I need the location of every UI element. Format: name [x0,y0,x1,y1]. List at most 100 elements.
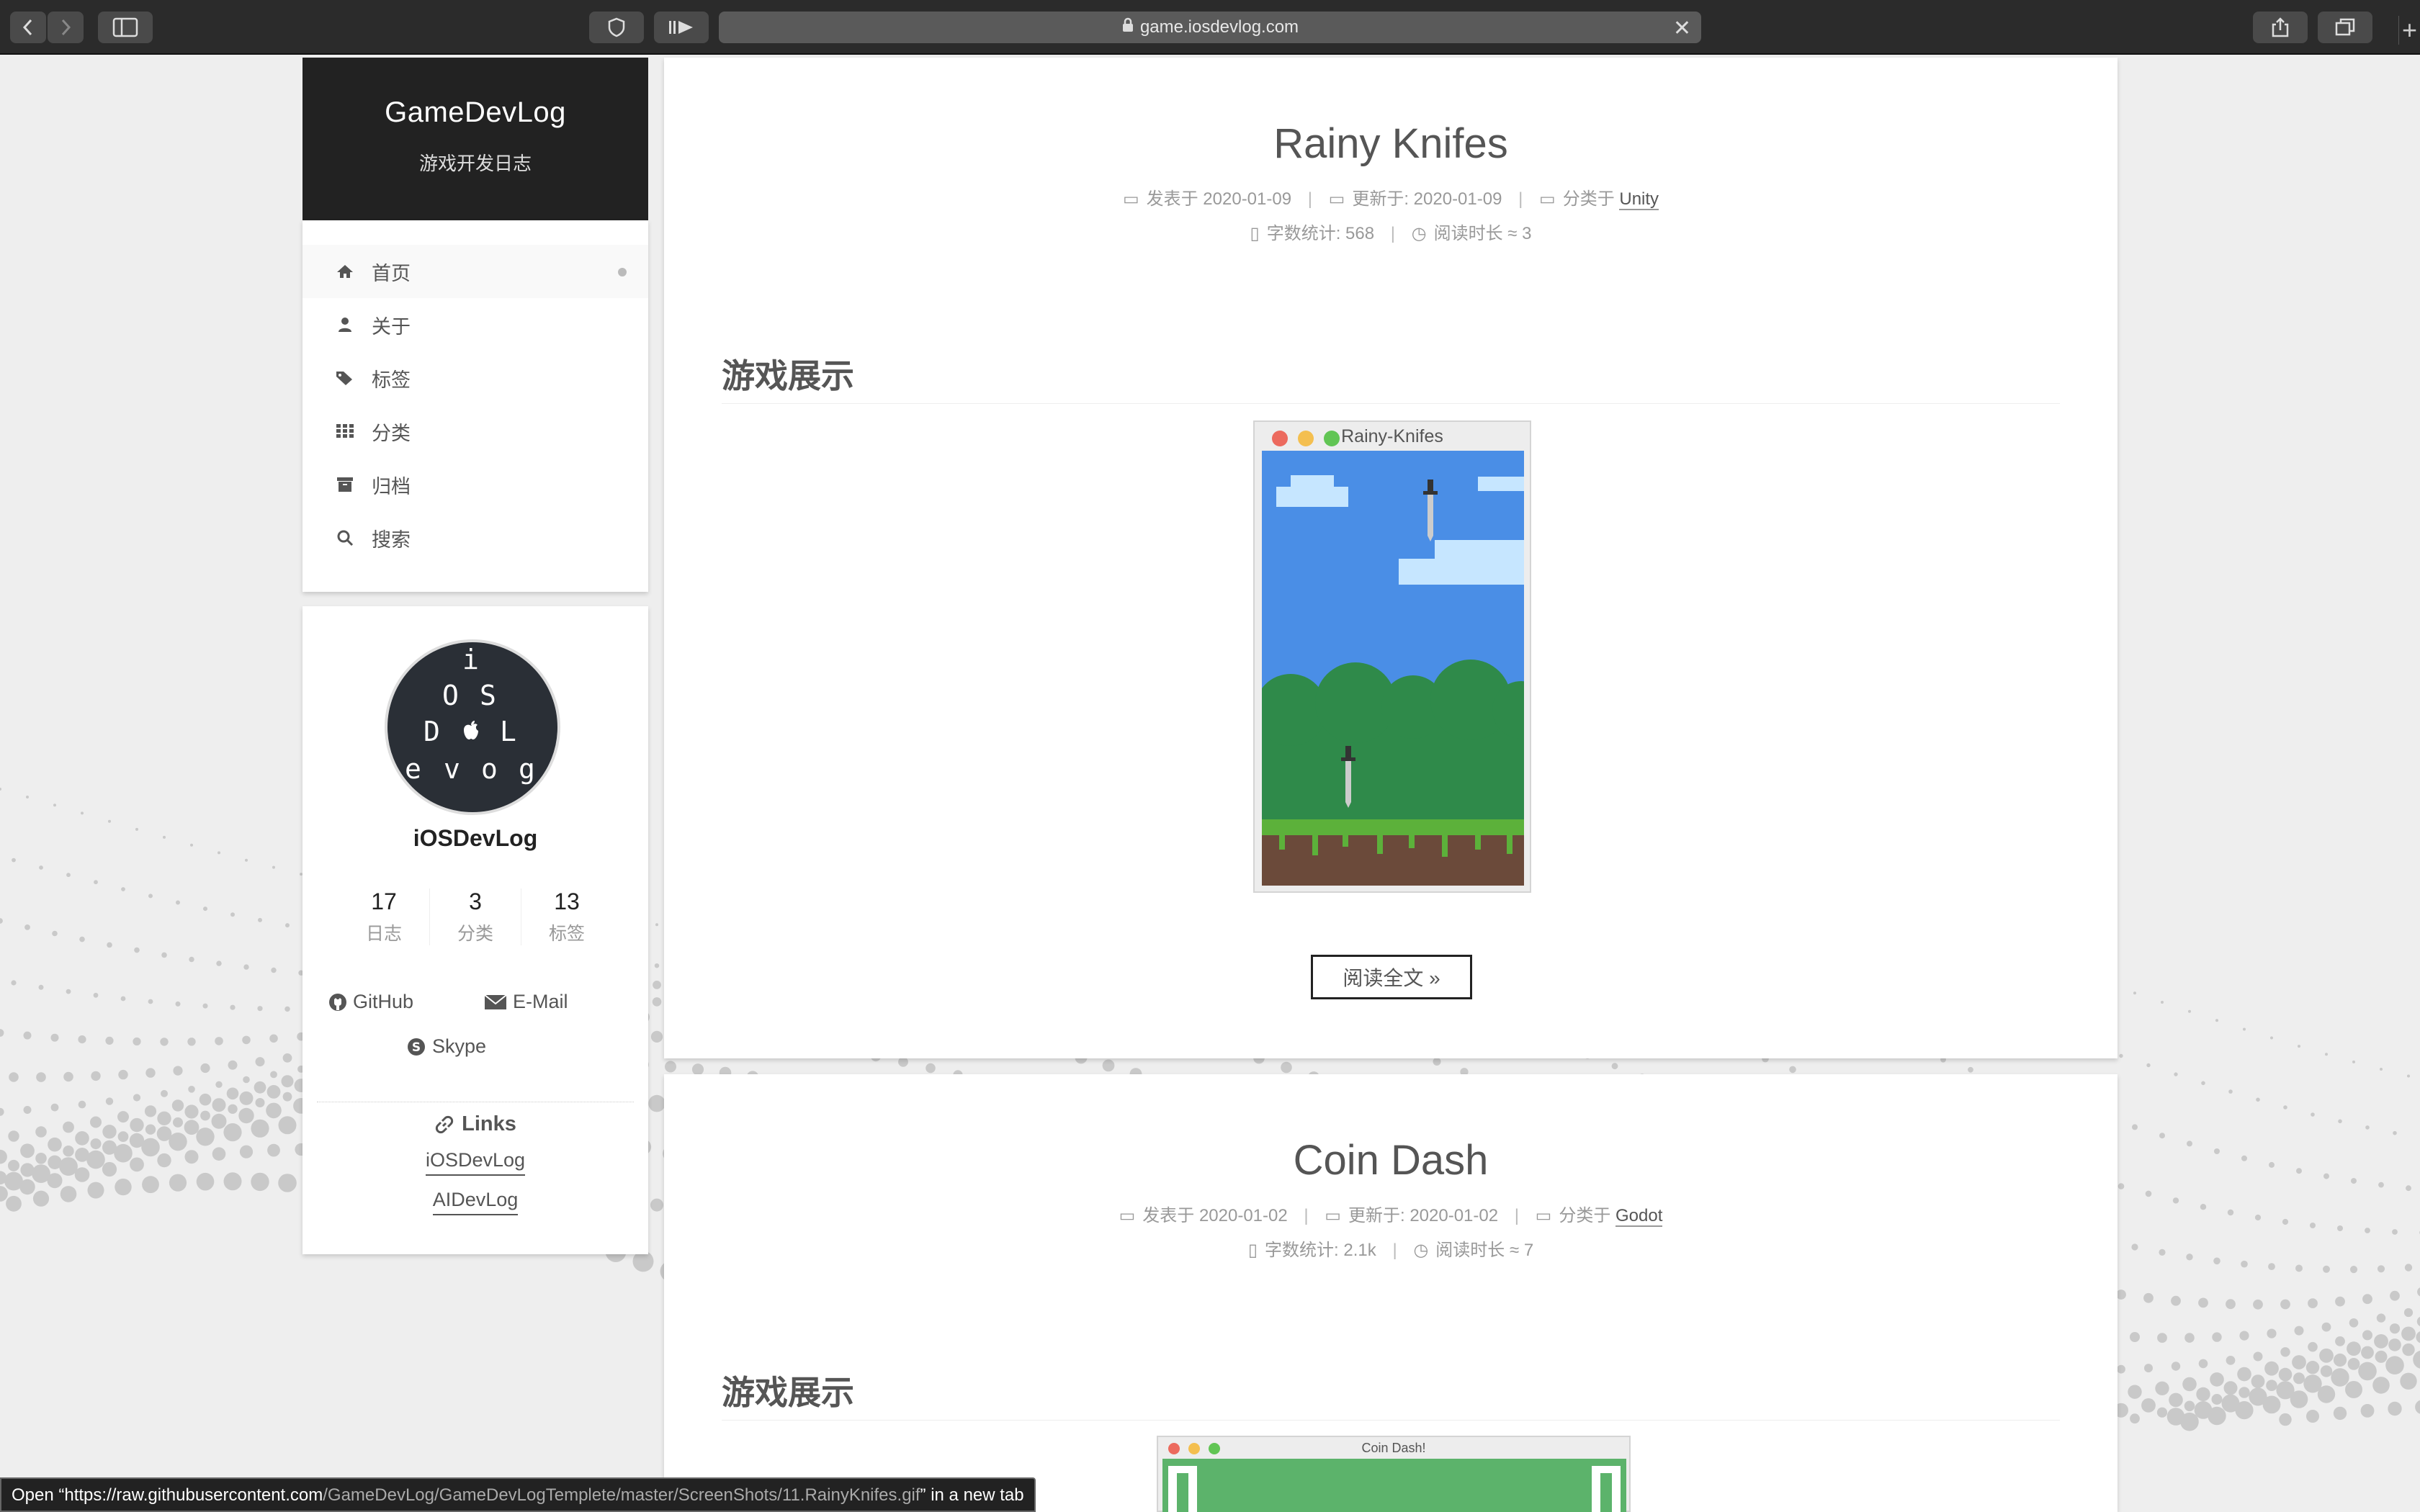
sidebar-icon [112,17,138,37]
window-title: Coin Dash! [1361,1441,1426,1455]
game-preview-image[interactable]: Rainy-Knifes [1253,420,1531,893]
meta-label: 阅读时长 ≈ [1435,1241,1520,1260]
new-tab-button[interactable]: + [2398,16,2420,45]
stat-posts[interactable]: 17 日志 [339,888,429,945]
category-link[interactable]: Unity [1619,189,1659,210]
calendar-icon: ▭ [1119,1205,1136,1225]
browser-toolbar: game.iosdevlog.com ✕ + [0,0,2420,55]
privacy-shield-button[interactable] [589,12,644,43]
author-name: iOSDevLog [413,825,538,851]
meta-label: 阅读时长 ≈ [1433,224,1518,243]
menu-item-categories[interactable]: 分类 [302,405,648,458]
github-link[interactable]: GitHub [328,991,413,1013]
search-icon [333,529,357,546]
chevron-right-icon [61,19,71,36]
meta-label: 字数统计: [1266,224,1341,243]
avatar: i O S D L e v o g [385,639,560,815]
link-hover-status: Open “https://raw.githubusercontent.com/… [0,1477,1036,1512]
site-stats: 17 日志 3 分类 13 标签 [339,888,612,945]
url-text: game.iosdevlog.com [1139,17,1299,37]
home-icon [333,264,357,279]
post-updated: 2020-01-09 [1413,189,1502,209]
calendar-check-icon: ▭ [1325,1205,1341,1225]
tab-overview-button[interactable] [2318,12,2372,43]
stat-count: 17 [371,888,397,914]
zoom-dot [1324,431,1340,446]
active-indicator [618,268,627,276]
reader-icon [669,21,693,34]
back-button[interactable] [10,12,46,43]
stat-label: 日志 [365,924,402,944]
meta-label: 分类于 [1562,189,1615,209]
calendar-check-icon: ▭ [1328,189,1345,209]
stat-tags[interactable]: 13 标签 [521,888,612,945]
word-count: 2.1k [1343,1241,1376,1260]
sidebar-toggle-button[interactable] [98,12,153,43]
menu-item-label: 标签 [372,369,411,391]
meta-label: 更新于: [1348,1206,1405,1225]
avatar-letter: g [519,753,535,785]
email-link[interactable]: E-Mail [484,991,568,1013]
address-bar[interactable]: game.iosdevlog.com ✕ [719,12,1701,43]
avatar-letter: e [405,753,421,785]
read-time: 7 [1523,1241,1534,1260]
status-path: /GameDevLog/GameDevLogTemplete/master/Sc… [323,1485,920,1505]
tabs-icon [2335,18,2355,36]
author-panel: i O S D L e v o g iOSDevLog 17 日志 3 分类 1… [302,606,648,1254]
close-dot [1272,431,1288,446]
avatar-letter: v [444,753,460,785]
read-more-button[interactable]: 阅读全文 » [1311,955,1472,999]
avatar-letter: D [424,716,440,747]
blogroll-link-iosdevlog[interactable]: iOSDevLog [425,1149,526,1176]
avatar-letter: L [500,716,516,747]
read-time: 3 [1522,224,1532,243]
section-heading: 游戏展示 [722,1367,2060,1421]
skype-link[interactable]: S Skype [406,1035,486,1058]
word-count: 568 [1345,224,1375,243]
plus-icon: + [2401,15,2418,45]
meta-label: 发表于 [1146,189,1198,209]
grid-icon [333,424,357,438]
forward-button[interactable] [48,12,84,43]
tags-icon [333,370,357,386]
section-heading: 游戏展示 [722,350,2060,404]
site-title[interactable]: GameDevLog [302,96,648,129]
zoom-dot [1209,1443,1220,1454]
menu-item-home[interactable]: 首页 [302,245,648,298]
blogroll: Links iOSDevLog AIDevLog [317,1102,634,1215]
close-dot [1168,1443,1180,1454]
stat-count: 3 [469,888,482,914]
link-icon [435,1115,454,1133]
minimize-dot [1298,431,1314,446]
site-brand: GameDevLog 游戏开发日志 [302,58,648,220]
chevron-left-icon [22,19,32,36]
reader-button[interactable] [654,12,709,43]
envelope-icon [484,994,507,1009]
post-meta: ▭ 发表于 2020-01-09 | ▭ 更新于: 2020-01-09 | ▭ 分类… [1122,189,1659,210]
menu-item-search[interactable]: 搜索 [302,511,648,564]
blogroll-link-aidevlog[interactable]: AIDevLog [432,1189,519,1215]
post-title[interactable]: Coin Dash [664,1136,2118,1184]
social-label: Skype [432,1035,487,1057]
user-icon [333,317,357,333]
apple-logo-icon [462,716,480,747]
main-menu: 首页 关于 标签 分类 归档 搜索 [302,220,648,592]
post-date: 2020-01-02 [1198,1206,1288,1225]
share-button[interactable] [2253,12,2308,43]
stat-categories[interactable]: 3 分类 [429,888,521,945]
stat-label: 分类 [457,924,493,944]
stop-loading-icon[interactable]: ✕ [1673,16,1691,41]
menu-item-about[interactable]: 关于 [302,298,648,351]
post-stats: ▯ 字数统计: 568 | ◷ 阅读时长 ≈ 3 [1250,223,1532,243]
game-preview-image[interactable]: Coin Dash! [1157,1436,1631,1512]
meta-label: 发表于 [1142,1206,1195,1225]
post-title[interactable]: Rainy Knifes [664,120,2118,168]
links-title: Links [462,1112,516,1135]
menu-item-tags[interactable]: 标签 [302,351,648,405]
category-link[interactable]: Godot [1615,1206,1663,1227]
github-icon [329,993,346,1011]
file-word-icon: ▯ [1250,223,1260,243]
post-date: 2020-01-09 [1203,189,1292,209]
menu-item-archives[interactable]: 归档 [302,458,648,511]
folder-icon: ▭ [1539,189,1556,209]
